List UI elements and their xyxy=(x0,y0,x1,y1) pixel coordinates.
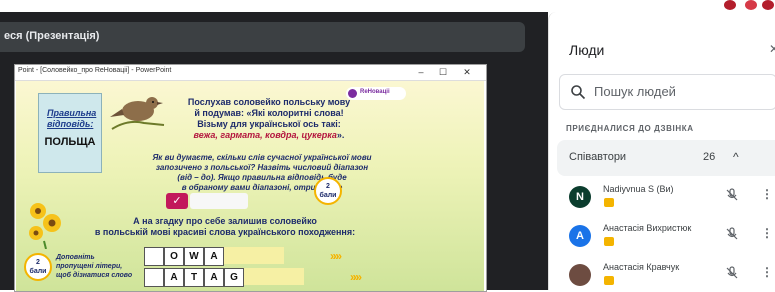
quote-line-1: Послухав соловейко польську мову xyxy=(187,97,351,107)
word-answer-field[interactable] xyxy=(224,247,284,264)
more-options-icon[interactable]: ⋮ xyxy=(761,226,773,240)
presenting-badge-icon xyxy=(604,198,614,207)
avatar: N xyxy=(569,186,591,208)
participant-row[interactable]: А Анастасія Вихристюк ⋮ xyxy=(557,217,775,253)
presentation-bar: еся (Презентація) xyxy=(0,22,525,52)
answer-label-line-2: відповідь: xyxy=(47,119,94,129)
quote-words: вежа, гармата, ковдра, цукерка xyxy=(193,130,337,140)
window-titlebar[interactable]: Point - [Соловейко_про ReНоваціі] - Powe… xyxy=(15,65,486,81)
badge-word: бали xyxy=(319,192,337,199)
minimize-button[interactable]: – xyxy=(413,65,429,80)
badge-word: бали xyxy=(29,268,47,275)
arrows-icon: »»» xyxy=(350,270,362,284)
group-count: 26 xyxy=(703,151,716,163)
answer-value: ПОЛЬЩА xyxy=(44,136,96,148)
answer-label-line-1: Правильна xyxy=(47,108,97,118)
answer-box: Правильна відповідь: ПОЛЬЩА xyxy=(38,93,102,173)
letter-tile: A xyxy=(204,268,224,287)
points-badge: 2 бали xyxy=(314,177,342,205)
presentation-title: еся (Презентація) xyxy=(4,30,100,42)
letter-tile: A xyxy=(204,247,224,266)
word-answer-field[interactable] xyxy=(244,268,304,285)
contributors-group[interactable]: Співавтори 26 ^ xyxy=(557,140,775,176)
participant-name: Анастасія Вихристюк xyxy=(603,223,692,233)
sunflower-icon xyxy=(29,203,61,249)
mic-off-icon[interactable] xyxy=(725,266,739,280)
mic-off-icon[interactable] xyxy=(725,188,739,202)
slide-hint: Доповніть пропущені літери, щоб дізнатис… xyxy=(56,253,142,280)
nightingale-icon xyxy=(110,97,165,130)
points-badge: 2 бали xyxy=(24,253,52,281)
letter-tile: W xyxy=(184,247,204,266)
decorative-flower-icon xyxy=(762,0,774,10)
quote-line-2: й подумав: «Які колоритні слова! xyxy=(194,108,344,118)
search-icon xyxy=(571,85,586,100)
people-panel: Люди ✕ ПРИЄДНАЛИСЯ ДО ДЗВІНКА Співавтори… xyxy=(548,12,775,290)
powerpoint-window[interactable]: Point - [Соловейко_про ReНоваціі] - Powe… xyxy=(14,64,487,292)
checkmark-icon: ✓ xyxy=(166,193,188,209)
joined-section-label: ПРИЄДНАЛИСЯ ДО ДЗВІНКА xyxy=(566,124,694,133)
participant-name: Nadiyvnua S (Ви) xyxy=(603,184,674,194)
subtitle-line-1: А на згадку про себе залишив соловейко xyxy=(133,216,317,226)
participant-name: Анастасія Кравчук xyxy=(603,262,680,272)
answer-label: Правильна відповідь: xyxy=(47,108,96,130)
presenting-badge-icon xyxy=(604,237,614,246)
search-input[interactable] xyxy=(592,83,766,100)
logo-text: ReНоваціі xyxy=(360,89,390,95)
participant-row[interactable]: N Nadiyvnua S (Ви) ⋮ xyxy=(557,178,775,214)
avatar xyxy=(569,264,591,286)
maximize-button[interactable]: ☐ xyxy=(435,65,451,80)
hint-line-2: пропущені літери, xyxy=(56,263,123,270)
slide-question: Як ви думаєте, скільки слів сучасної укр… xyxy=(112,153,412,193)
slide-quote: Послухав соловейко польську мову й подум… xyxy=(164,97,374,141)
top-strip xyxy=(0,0,775,12)
letter-tile: T xyxy=(184,268,204,287)
badge-number: 2 xyxy=(326,183,330,190)
arrows-icon: »»» xyxy=(330,249,342,263)
people-panel-title: Люди xyxy=(569,42,605,58)
presenting-badge-icon xyxy=(604,276,614,285)
close-panel-button[interactable]: ✕ xyxy=(769,42,775,56)
mic-off-icon[interactable] xyxy=(725,227,739,241)
question-line-2: запозичено з польської? Назвіть числовий… xyxy=(155,163,369,172)
slide-subtitle: А на згадку про себе залишив соловейко в… xyxy=(60,216,390,238)
decorative-flower-icon xyxy=(745,0,757,10)
more-options-icon[interactable]: ⋮ xyxy=(761,265,773,279)
subtitle-line-2: в польській мові красиві слова українськ… xyxy=(94,227,356,237)
close-button[interactable]: ✕ xyxy=(459,65,475,80)
letter-tile[interactable] xyxy=(144,247,164,266)
quote-end: ». xyxy=(336,130,345,140)
quote-line-3: Візьму для української ось такі: xyxy=(197,119,341,129)
group-label: Співавтори xyxy=(569,151,627,163)
letter-tile: A xyxy=(164,268,184,287)
decorative-flower-icon xyxy=(724,0,736,10)
hint-line-3: щоб дізнатися слово xyxy=(56,272,133,279)
avatar: А xyxy=(569,225,591,247)
more-options-icon[interactable]: ⋮ xyxy=(761,187,773,201)
chevron-up-icon[interactable]: ^ xyxy=(733,150,739,164)
answer-input-field[interactable] xyxy=(190,193,248,209)
participant-row[interactable]: Анастасія Кравчук ⋮ xyxy=(557,256,775,292)
letter-tile: O xyxy=(164,247,184,266)
letter-tile: G xyxy=(224,268,244,287)
letter-tile[interactable] xyxy=(144,268,164,287)
badge-number: 2 xyxy=(36,259,40,266)
slide: Правильна відповідь: ПОЛЬЩА ReНоваціі По… xyxy=(16,81,484,291)
hint-line-1: Доповніть xyxy=(56,254,95,261)
window-title: Point - [Соловейко_про ReНоваціі] - Powe… xyxy=(18,67,172,74)
question-line-1: Як ви думаєте, скільки слів сучасної укр… xyxy=(152,153,372,162)
people-search[interactable] xyxy=(559,74,775,110)
